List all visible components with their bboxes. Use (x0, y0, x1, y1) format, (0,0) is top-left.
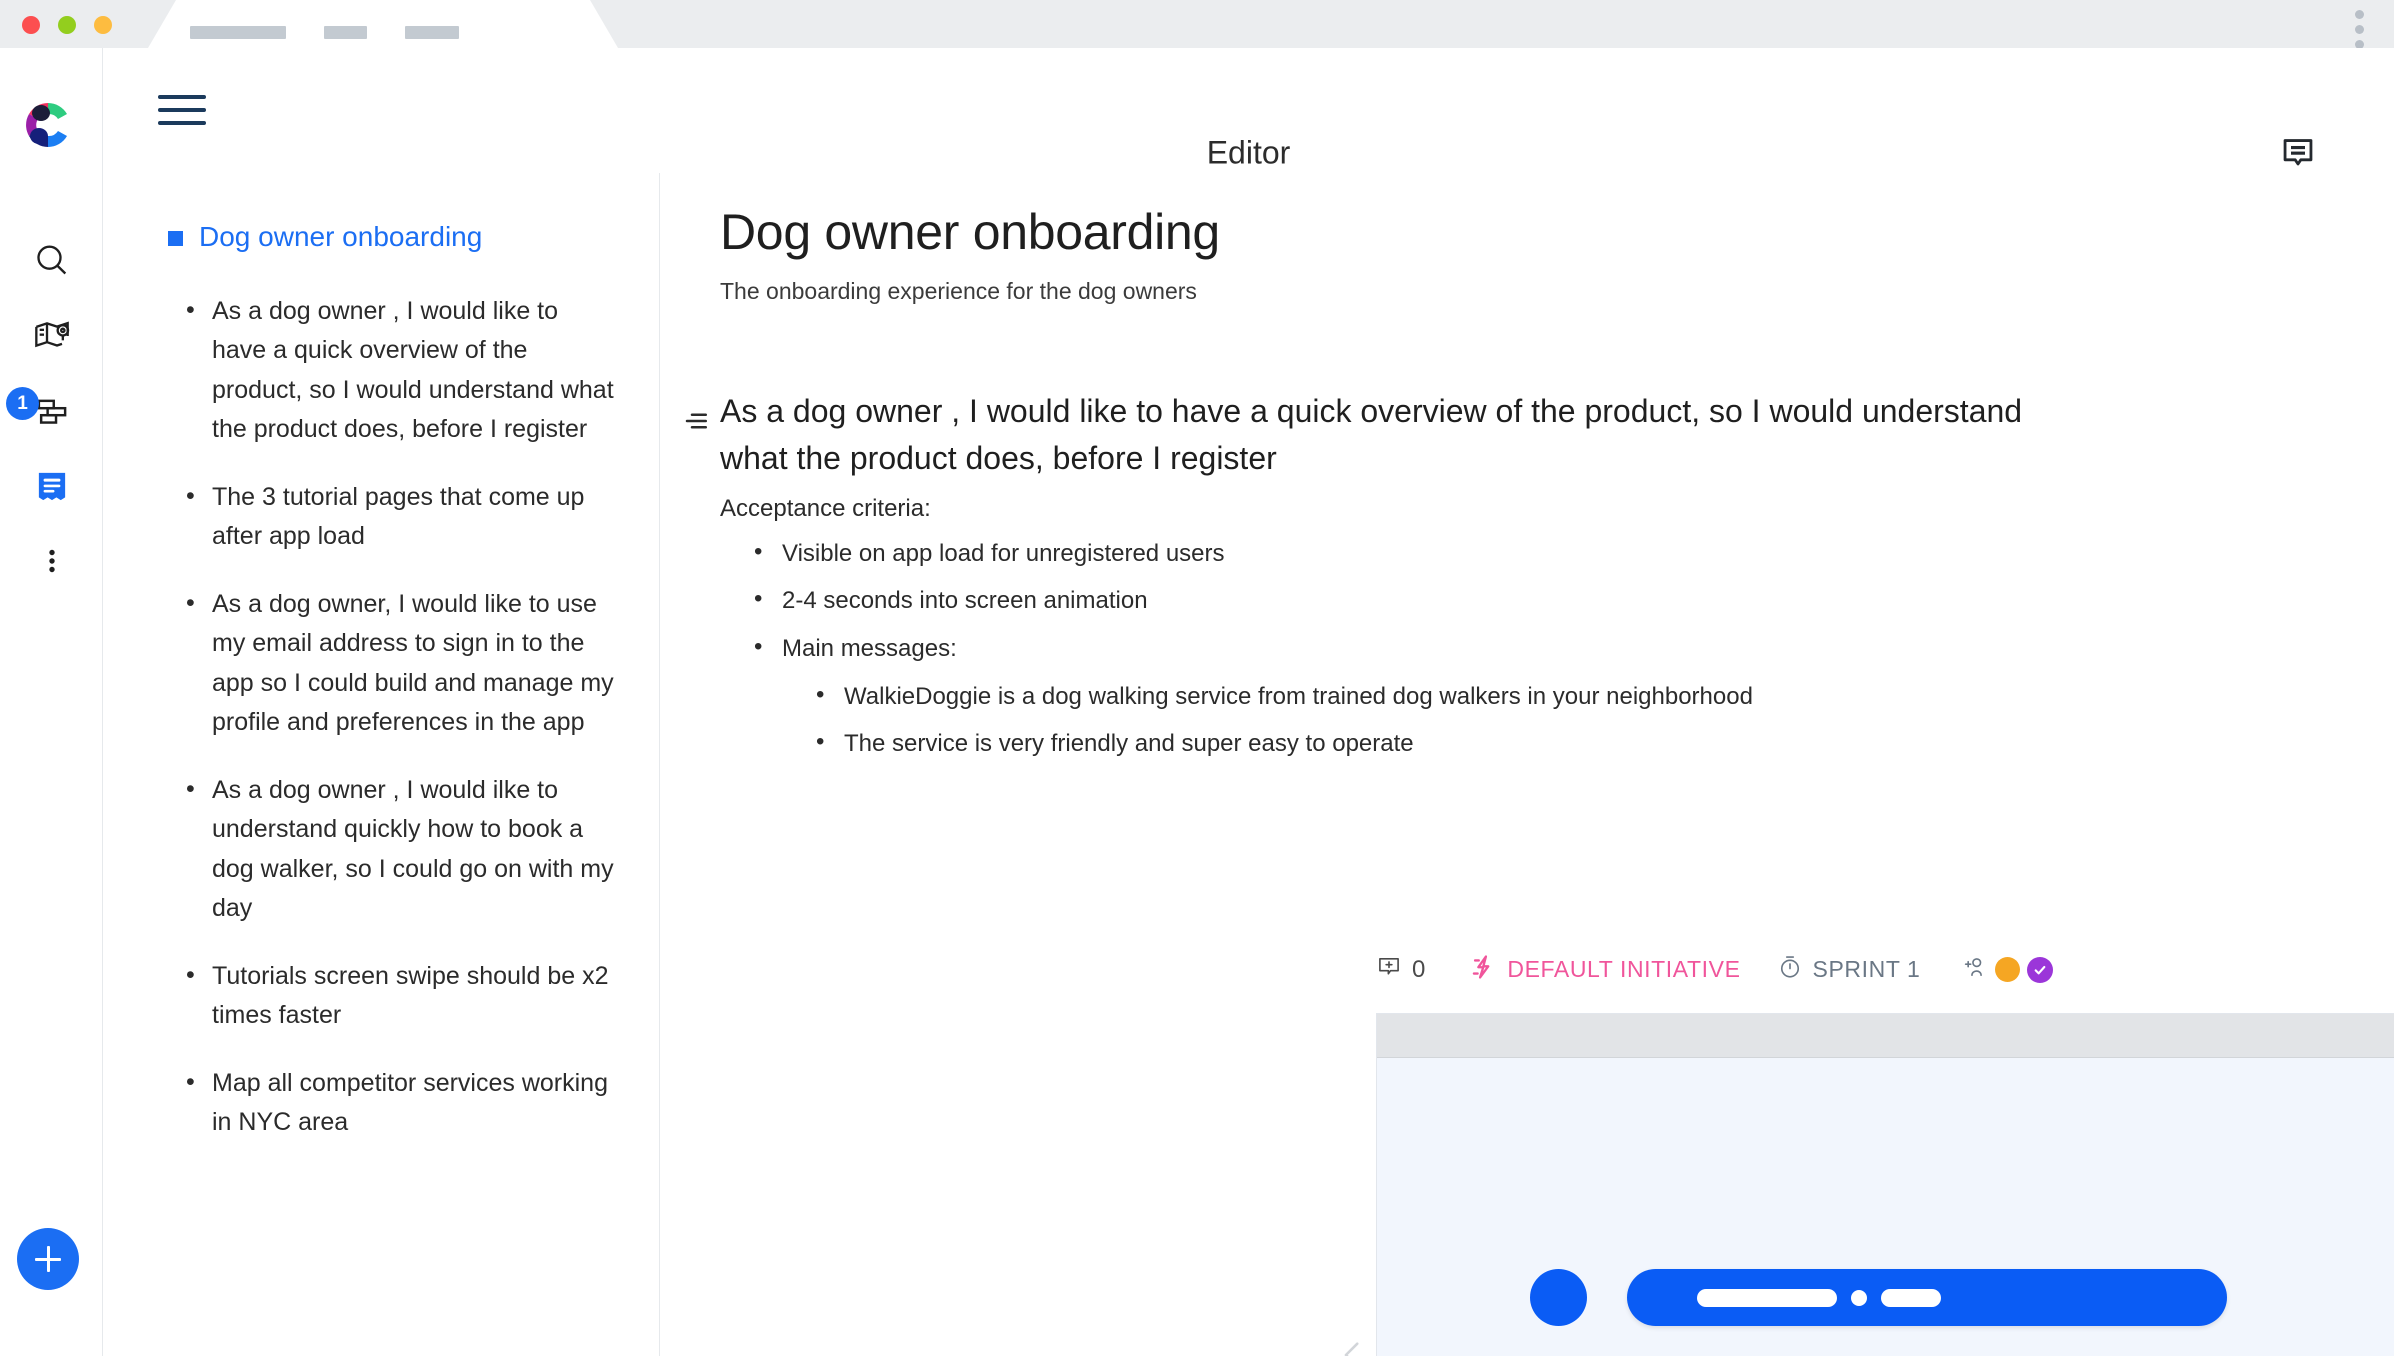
window-traffic-lights (22, 16, 112, 34)
paragraph-handle-icon[interactable] (682, 406, 712, 441)
minimize-window-button[interactable] (58, 16, 76, 34)
list-item[interactable]: As a dog owner, I would like to use my e… (186, 584, 619, 743)
criteria-text: Main messages: (782, 635, 957, 663)
mockup-dot (1851, 1289, 1867, 1306)
maximize-window-button[interactable] (94, 16, 112, 34)
list-item[interactable]: WalkieDoggie is a dog walking service fr… (812, 682, 2394, 710)
hamburger-icon[interactable] (158, 90, 210, 130)
browser-tab[interactable] (148, 0, 618, 48)
square-bullet-icon (168, 231, 183, 246)
app-shell: 1 Editor Dog owner onboarding • As a dog… (0, 48, 2394, 1356)
close-window-button[interactable] (22, 16, 40, 34)
tab-bar-2 (324, 26, 367, 39)
mockup-avatar-shape (1530, 1269, 1587, 1326)
sidebar-item-backlog[interactable]: 1 (0, 373, 103, 448)
tab-bar-3 (405, 26, 459, 39)
tab-placeholder-bars (190, 26, 459, 39)
mockup-row (1530, 1269, 2227, 1326)
roadmap-pin-icon (32, 316, 72, 356)
editor-pane: Dog owner onboarding The onboarding expe… (660, 173, 2394, 1356)
chevron-left-icon[interactable] (1336, 1338, 1370, 1356)
acceptance-criteria-list: Visible on app load for unregistered use… (750, 539, 2394, 757)
document-title[interactable]: Dog owner onboarding (720, 203, 1220, 261)
browser-chrome (0, 0, 2394, 49)
story-meta-row: 0 DEFAULT INITIATIVE SPRINT 1 (1376, 953, 2054, 986)
list-item[interactable]: Main messages: WalkieDoggie is a dog wal… (750, 634, 2394, 757)
story-block: As a dog owner , I would like to have a … (660, 388, 2394, 779)
search-icon (32, 241, 72, 281)
list-item[interactable]: Tutorials screen swipe should be x2 time… (186, 956, 619, 1036)
comments-meta[interactable]: 0 (1376, 954, 1425, 985)
criteria-text: 2-4 seconds into screen animation (782, 587, 1148, 615)
backlog-badge-count: 1 (6, 387, 39, 420)
outline-root-item[interactable]: Dog owner onboarding (168, 218, 619, 256)
more-dots-icon (35, 544, 69, 578)
vertical-dots-icon[interactable] (2355, 10, 2364, 49)
assignees-meta[interactable] (1962, 954, 2054, 985)
mockup-bar (1697, 1288, 1837, 1307)
avatar[interactable] (1995, 957, 2021, 982)
sprint-meta[interactable]: SPRINT 1 (1777, 954, 1921, 985)
page-title: Editor (1206, 134, 1291, 171)
lightning-bolt-icon (1469, 953, 1497, 986)
story-title[interactable]: As a dog owner , I would like to have a … (720, 388, 2064, 483)
add-item-button[interactable] (17, 1228, 79, 1290)
comments-count: 0 (1412, 955, 1426, 983)
sidebar-item-search[interactable] (0, 223, 103, 298)
acceptance-criteria-label: Acceptance criteria: (720, 494, 931, 522)
list-item[interactable]: Map all competitor services working in N… (186, 1063, 619, 1143)
criteria-text: Visible on app load for unregistered use… (782, 539, 1225, 567)
add-person-icon[interactable] (1962, 954, 1988, 985)
list-item[interactable]: As a dog owner , I would ilke to underst… (186, 770, 619, 929)
list-item[interactable]: As a dog owner , I would like to have a … (186, 291, 619, 450)
document-icon (31, 465, 73, 507)
list-item[interactable]: 2-4 seconds into screen animation (750, 586, 2394, 615)
mockup-pill-shape (1627, 1269, 2227, 1326)
top-bar: Editor (103, 48, 2394, 173)
tab-bar-1 (190, 26, 286, 39)
criteria-sublist: WalkieDoggie is a dog walking service fr… (812, 682, 2394, 757)
status-badge[interactable] (2027, 956, 2054, 983)
add-comment-icon (1376, 954, 1402, 985)
initiative-label: DEFAULT INITIATIVE (1507, 956, 1741, 982)
outline-root-label: Dog owner onboarding (199, 221, 483, 252)
sidebar-item-roadmap[interactable] (0, 298, 103, 373)
sprint-label: SPRINT 1 (1812, 956, 1921, 982)
rail-icon-list: 1 (0, 223, 103, 598)
mockup-bar (1881, 1288, 1941, 1307)
stopwatch-icon (1777, 954, 1803, 985)
outline-item-list: As a dog owner , I would like to have a … (168, 291, 619, 1143)
list-item[interactable]: The 3 tutorial pages that come up after … (186, 477, 619, 557)
sidebar-item-editor[interactable] (0, 448, 103, 523)
attachment-preview[interactable] (1376, 1013, 2394, 1356)
outline-panel[interactable]: Dog owner onboarding As a dog owner , I … (103, 173, 660, 1356)
initiative-meta[interactable]: DEFAULT INITIATIVE (1469, 953, 1740, 986)
sidebar-item-more[interactable] (0, 523, 103, 598)
left-rail: 1 (0, 48, 103, 1356)
craft-c-logo[interactable] (18, 95, 78, 155)
document-subtitle[interactable]: The onboarding experience for the dog ow… (720, 278, 1197, 305)
list-item[interactable]: The service is very friendly and super e… (812, 729, 2394, 757)
list-item[interactable]: Visible on app load for unregistered use… (750, 539, 2394, 567)
mockup-titlebar (1377, 1014, 2394, 1058)
